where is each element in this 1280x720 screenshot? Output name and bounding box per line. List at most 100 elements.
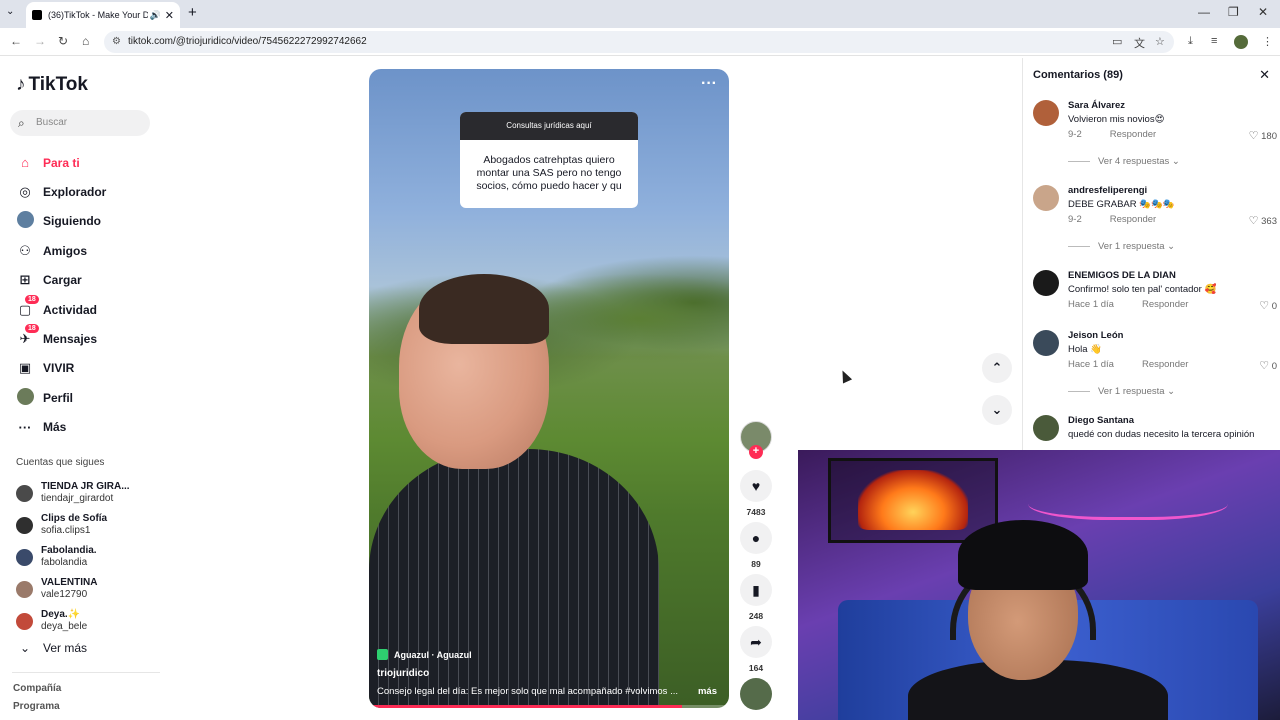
- reply-button[interactable]: Responder: [1110, 214, 1156, 225]
- comment-author[interactable]: andresfeliperengi: [1068, 185, 1147, 196]
- home-icon[interactable]: ⌂: [82, 34, 89, 48]
- install-app-icon[interactable]: ▭: [1112, 35, 1122, 48]
- video-player[interactable]: Consultas jurídicas aquí Abogados catreh…: [369, 69, 729, 708]
- video-progress-bar[interactable]: [369, 705, 729, 708]
- nav-actividad[interactable]: ▢ 18 Actividad: [16, 294, 156, 324]
- restore-icon[interactable]: ❐: [1228, 5, 1239, 19]
- share-button[interactable]: ➦: [740, 626, 772, 658]
- site-info-icon[interactable]: ⚙: [112, 31, 121, 53]
- video-progress-fill: [369, 705, 683, 708]
- reply-button[interactable]: Responder: [1142, 359, 1188, 370]
- comment-meta: 9-2 Responder: [1068, 129, 1156, 140]
- comment-like[interactable]: ♡ 0: [1259, 359, 1277, 372]
- nav-perfil[interactable]: Perfil: [16, 383, 156, 412]
- media-control-icon[interactable]: ≡: [1211, 35, 1217, 47]
- close-comments-icon[interactable]: ✕: [1259, 67, 1270, 83]
- follow-item[interactable]: VALENTINA vale12790: [16, 573, 156, 605]
- comment-like[interactable]: ♡ 363: [1249, 214, 1277, 227]
- comment-like[interactable]: ♡ 180: [1249, 129, 1277, 142]
- chevron-down-icon: ⌄: [991, 402, 1003, 417]
- video-location[interactable]: Aguazul · Aguazul: [377, 649, 472, 660]
- heart-icon: ♥: [751, 478, 761, 494]
- profile-avatar[interactable]: [1234, 35, 1248, 49]
- video-username[interactable]: triojuridico: [377, 668, 429, 679]
- nav-amigos[interactable]: ⚇ Amigos: [16, 236, 156, 265]
- nav-para-ti[interactable]: ⌂ Para ti: [16, 148, 156, 177]
- new-tab-icon[interactable]: +: [188, 4, 197, 21]
- avatar[interactable]: [1033, 100, 1059, 126]
- comment-button[interactable]: ●: [740, 522, 772, 554]
- browser-menu-icon[interactable]: ⋮: [1262, 35, 1273, 48]
- avatar[interactable]: [1033, 270, 1059, 296]
- comments-title: Comentarios (89): [1033, 69, 1123, 81]
- comment-author[interactable]: Diego Santana: [1068, 415, 1134, 426]
- follow-item[interactable]: TIENDA JR GIRA... tiendajr_girardot: [16, 477, 156, 509]
- nav-siguiendo[interactable]: Siguiendo: [16, 207, 156, 236]
- chevron-down-icon: ⌄: [19, 641, 31, 655]
- reload-icon[interactable]: ↻: [58, 34, 68, 48]
- comment-text: quedé con dudas necesito la tercera opin…: [1068, 429, 1255, 440]
- next-video-button[interactable]: ⌄: [982, 395, 1012, 425]
- follow-plus-icon[interactable]: +: [749, 445, 763, 459]
- comment-like[interactable]: ♡ 0: [1259, 299, 1277, 312]
- view-replies-button[interactable]: Ver 1 respuesta ⌄: [1068, 386, 1175, 397]
- comment-meta: 9-2 Responder: [1068, 214, 1156, 225]
- search-input[interactable]: ⌕ Buscar: [10, 110, 150, 136]
- follow-name: TIENDA JR GIRA...: [41, 481, 130, 492]
- nav-mensajes[interactable]: ✈ 18 Mensajes: [16, 324, 156, 353]
- ver-mas-button[interactable]: ⌄ Ver más: [16, 641, 87, 655]
- comment-text: Confirmo! solo ten pal' contador 🥰: [1068, 284, 1217, 295]
- close-window-icon[interactable]: ✕: [1258, 5, 1268, 19]
- video-options-icon[interactable]: ···: [701, 75, 717, 93]
- reply-button[interactable]: Responder: [1142, 299, 1188, 310]
- sidebar-nav: ⌂ Para ti ◎ Explorador Siguiendo ⚇ Amigo…: [16, 148, 156, 442]
- comment-icon: ●: [751, 530, 761, 546]
- nav-mas[interactable]: ··· Más: [16, 413, 156, 442]
- follows-list: TIENDA JR GIRA... tiendajr_girardot Clips…: [16, 477, 156, 637]
- video-more-link[interactable]: más: [698, 686, 717, 697]
- music-disc-avatar[interactable]: [740, 678, 772, 710]
- follow-item[interactable]: Deya.✨ deya_bele: [16, 605, 156, 637]
- save-button[interactable]: ▮: [740, 574, 772, 606]
- view-replies-button[interactable]: Ver 1 respuesta ⌄: [1068, 241, 1175, 252]
- replies-label: Ver 1 respuesta: [1098, 386, 1165, 397]
- avatar[interactable]: [1033, 185, 1059, 211]
- tab-list-icon[interactable]: ⌄: [6, 6, 14, 17]
- activity-icon: ▢: [18, 301, 32, 317]
- avatar[interactable]: [1033, 415, 1059, 441]
- forward-icon[interactable]: →: [34, 34, 46, 48]
- nav-vivir[interactable]: ▣ VIVIR: [16, 354, 156, 383]
- view-replies-button[interactable]: Ver 4 respuestas ⌄: [1068, 156, 1180, 167]
- nav-explorador[interactable]: ◎ Explorador: [16, 177, 156, 206]
- comment-date: Hace 1 día: [1068, 299, 1114, 310]
- follow-name: VALENTINA: [41, 577, 98, 588]
- comment-author[interactable]: Sara Álvarez: [1068, 100, 1125, 111]
- tab-title: (36)TikTok - Make Your Day: [48, 10, 148, 20]
- nav-label: Cargar: [43, 273, 82, 288]
- address-bar[interactable]: ⚙ tiktok.com/@triojuridico/video/7545622…: [104, 31, 1174, 53]
- close-tab-icon[interactable]: ✕: [165, 9, 174, 22]
- comment-author[interactable]: Jeison León: [1068, 330, 1123, 341]
- more-icon: ···: [18, 419, 32, 435]
- nav-cargar[interactable]: ⊞ Cargar: [16, 266, 156, 295]
- minimize-icon[interactable]: —: [1198, 5, 1210, 19]
- friends-icon: ⚇: [19, 242, 31, 258]
- comment-author[interactable]: ENEMIGOS DE LA DIAN: [1068, 270, 1176, 281]
- tiktok-logo[interactable]: ♪ TikTok: [16, 74, 88, 96]
- url-text: tiktok.com/@triojuridico/video/754562227…: [128, 36, 367, 47]
- like-button[interactable]: ♥: [740, 470, 772, 502]
- back-icon[interactable]: ←: [10, 34, 22, 48]
- reply-button[interactable]: Responder: [1110, 129, 1156, 140]
- footer-link-compania[interactable]: Compañía: [13, 683, 61, 694]
- translate-icon[interactable]: 文: [1134, 35, 1145, 51]
- bookmark-star-icon[interactable]: ☆: [1155, 35, 1165, 48]
- footer-link-programa[interactable]: Programa: [13, 701, 60, 712]
- downloads-icon[interactable]: ⤓: [1188, 35, 1193, 48]
- comment-date: Hace 1 día: [1068, 359, 1114, 370]
- comment-meta: Hace 1 día Responder: [1068, 359, 1188, 370]
- avatar[interactable]: [1033, 330, 1059, 356]
- follow-item[interactable]: Fabolandia. fabolandia: [16, 541, 156, 573]
- previous-video-button[interactable]: ⌃: [982, 353, 1012, 383]
- follow-item[interactable]: Clips de Sofía sofia.clips1: [16, 509, 156, 541]
- browser-tab[interactable]: (36)TikTok - Make Your Day 🔊 ✕: [26, 2, 180, 28]
